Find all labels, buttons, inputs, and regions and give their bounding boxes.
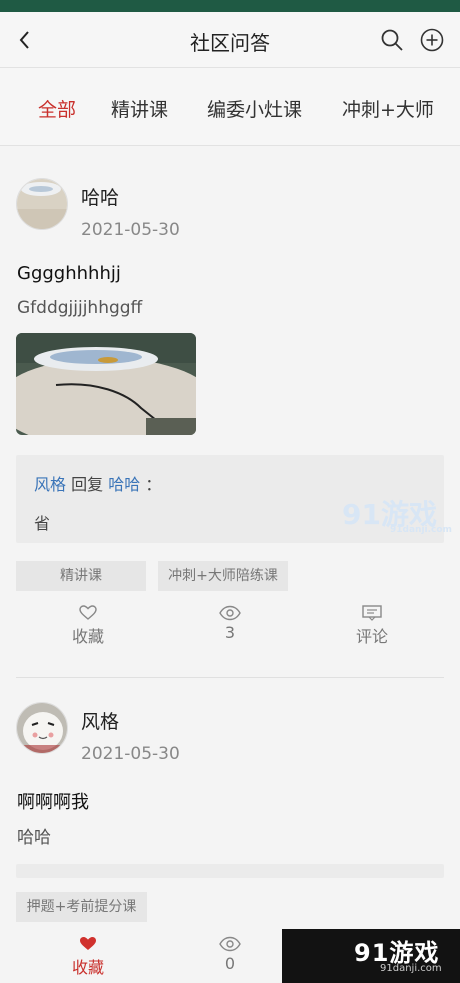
- reply-from[interactable]: 风格: [34, 475, 66, 494]
- category-tabs: 全部 精讲课 编委小灶课 冲刺+大师: [0, 68, 460, 146]
- add-post-icon[interactable]: [420, 28, 444, 52]
- tag-chip[interactable]: 冲刺+大师陪练课: [158, 561, 288, 591]
- status-bar: [0, 0, 460, 12]
- avatar[interactable]: [16, 702, 68, 754]
- post-body[interactable]: 哈哈: [17, 823, 51, 848]
- reply-verb: 回复: [71, 475, 104, 494]
- views-counter: 0: [190, 936, 270, 973]
- search-icon[interactable]: [380, 28, 404, 52]
- watermark-site: 91danji.com: [390, 525, 452, 535]
- tab-all[interactable]: 全部: [38, 95, 76, 122]
- heart-outline-icon: [79, 605, 97, 620]
- comment-label: 评论: [355, 627, 388, 646]
- tag-chip[interactable]: 精讲课: [16, 561, 146, 591]
- post-date: 2021-05-30: [81, 744, 180, 764]
- reply-text: 省: [34, 514, 51, 533]
- post-body[interactable]: Gfddgjjjjhhggff: [17, 298, 142, 318]
- views-count: 0: [224, 954, 236, 973]
- eye-icon: [219, 936, 241, 952]
- reply-to[interactable]: 哈哈: [108, 475, 140, 494]
- avatar[interactable]: [16, 178, 68, 230]
- comment-icon: [362, 605, 382, 621]
- post-date: 2021-05-30: [81, 220, 180, 240]
- favorite-label: 收藏: [71, 627, 104, 646]
- post-image[interactable]: [16, 333, 196, 435]
- nav-bar: 社区问答: [0, 12, 460, 68]
- reply-box: [16, 864, 444, 878]
- reply-box[interactable]: 风格 回复 哈哈 ： 省 91游戏 91danji.com: [16, 455, 452, 543]
- watermark-site: 91danji.com: [380, 963, 442, 974]
- author-name[interactable]: 风格: [81, 707, 119, 734]
- tab-editor-class[interactable]: 编委小灶课: [207, 95, 302, 122]
- post-title[interactable]: Gggghhhhjj: [17, 263, 121, 284]
- tag-chip[interactable]: 押题+考前提分课: [16, 892, 147, 922]
- tab-lecture[interactable]: 精讲课: [111, 95, 168, 122]
- watermark-badge: 91游戏 91danji.com: [282, 929, 460, 983]
- eye-icon: [219, 605, 241, 621]
- favorite-button[interactable]: 收藏: [48, 936, 128, 978]
- post-card[interactable]: 哈哈 2021-05-30 Gggghhhhjj Gfddgjjjjhhggff…: [0, 147, 460, 677]
- views-counter: 3: [190, 605, 270, 642]
- heart-filled-icon: [80, 937, 96, 950]
- author-name[interactable]: 哈哈: [81, 183, 119, 210]
- comment-button[interactable]: 评论: [332, 605, 412, 647]
- tab-sprint-master[interactable]: 冲刺+大师: [342, 95, 434, 122]
- reply-header: 风格 回复 哈哈 ：: [34, 471, 161, 495]
- favorite-label: 收藏: [71, 958, 104, 977]
- reply-colon: ：: [145, 475, 162, 494]
- views-count: 3: [224, 623, 236, 642]
- post-title[interactable]: 啊啊啊我: [17, 788, 89, 814]
- favorite-button[interactable]: 收藏: [48, 605, 128, 647]
